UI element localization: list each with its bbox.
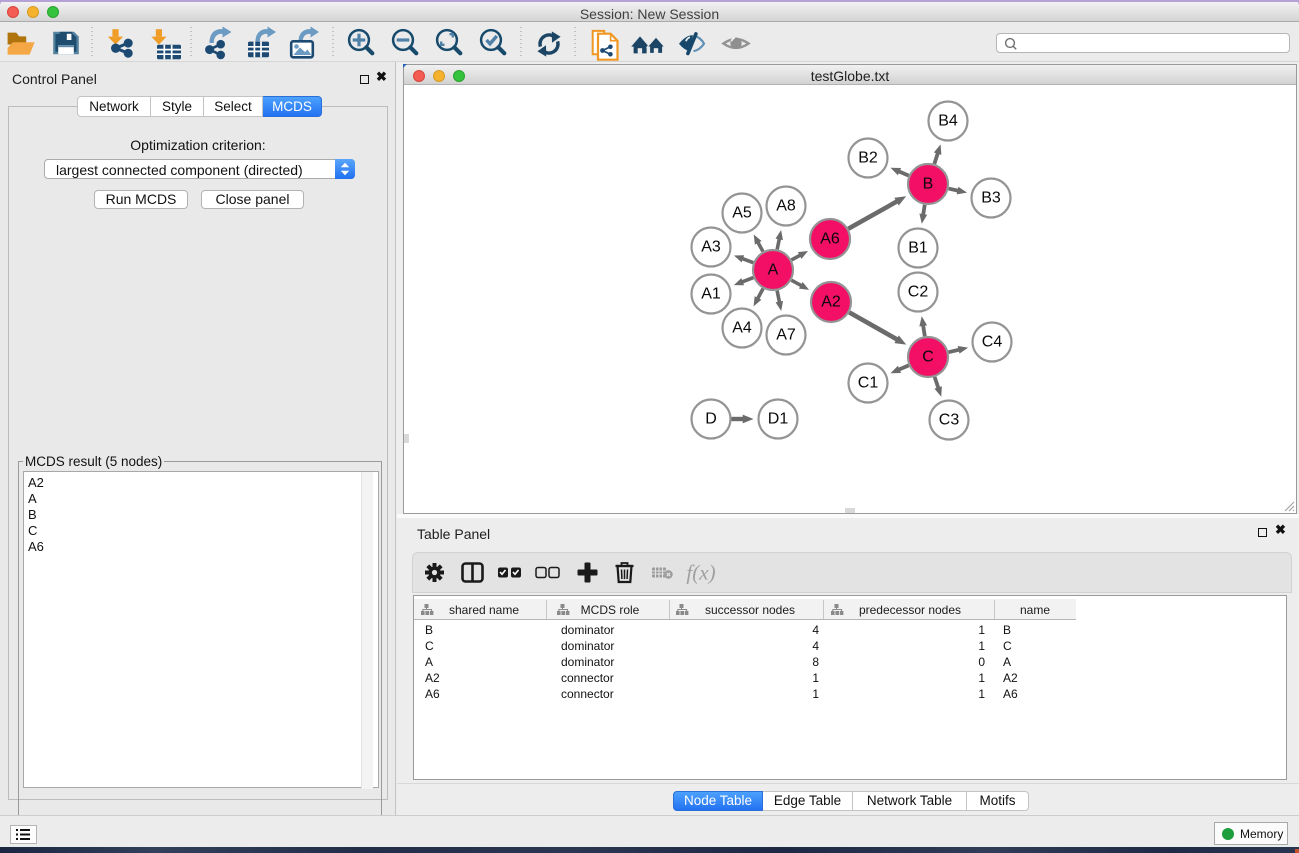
svg-text:name: name bbox=[1020, 603, 1050, 617]
svg-text:B1: B1 bbox=[908, 240, 928, 257]
svg-text:B: B bbox=[1003, 623, 1011, 637]
svg-text:A4: A4 bbox=[732, 320, 752, 337]
svg-text:successor nodes: successor nodes bbox=[705, 603, 795, 617]
svg-text:C: C bbox=[922, 349, 934, 366]
svg-text:C4: C4 bbox=[982, 334, 1003, 351]
svg-text:A8: A8 bbox=[776, 198, 796, 215]
svg-text:A3: A3 bbox=[701, 239, 721, 256]
svg-text:1: 1 bbox=[812, 687, 819, 701]
svg-text:A5: A5 bbox=[732, 205, 752, 222]
svg-text:f(x): f(x) bbox=[686, 561, 715, 585]
svg-text:B2: B2 bbox=[858, 150, 878, 167]
svg-text:A7: A7 bbox=[776, 327, 796, 344]
svg-text:4: 4 bbox=[812, 623, 819, 637]
svg-text:A6: A6 bbox=[425, 687, 440, 701]
svg-text:1: 1 bbox=[978, 639, 985, 653]
svg-text:dominator: dominator bbox=[561, 655, 614, 669]
svg-text:B4: B4 bbox=[938, 113, 958, 130]
svg-text:A2: A2 bbox=[425, 671, 440, 685]
svg-text:dominator: dominator bbox=[561, 623, 614, 637]
svg-text:A: A bbox=[768, 262, 779, 279]
svg-text:1: 1 bbox=[978, 687, 985, 701]
svg-text:A: A bbox=[1003, 655, 1011, 669]
svg-text:C1: C1 bbox=[858, 375, 879, 392]
svg-text:4: 4 bbox=[812, 639, 819, 653]
svg-text:A6: A6 bbox=[820, 231, 840, 248]
svg-text:connector: connector bbox=[561, 671, 614, 685]
svg-text:0: 0 bbox=[978, 655, 985, 669]
svg-text:B: B bbox=[425, 623, 433, 637]
svg-text:1: 1 bbox=[978, 671, 985, 685]
svg-text:C: C bbox=[1003, 639, 1012, 653]
svg-text:B3: B3 bbox=[981, 190, 1001, 207]
svg-text:B: B bbox=[923, 176, 934, 193]
svg-text:A1: A1 bbox=[701, 286, 721, 303]
svg-text:C3: C3 bbox=[939, 412, 960, 429]
svg-text:1: 1 bbox=[812, 671, 819, 685]
svg-text:C: C bbox=[425, 639, 434, 653]
svg-text:connector: connector bbox=[561, 687, 614, 701]
svg-text:A2: A2 bbox=[821, 294, 841, 311]
svg-text:C2: C2 bbox=[908, 284, 929, 301]
svg-text:8: 8 bbox=[812, 655, 819, 669]
svg-text:D: D bbox=[705, 411, 717, 428]
svg-text:predecessor nodes: predecessor nodes bbox=[859, 603, 961, 617]
svg-text:1: 1 bbox=[978, 623, 985, 637]
svg-text:A6: A6 bbox=[1003, 687, 1018, 701]
svg-text:D1: D1 bbox=[768, 411, 789, 428]
svg-text:dominator: dominator bbox=[561, 639, 614, 653]
svg-text:MCDS role: MCDS role bbox=[581, 603, 640, 617]
svg-text:shared name: shared name bbox=[449, 603, 519, 617]
svg-text:A: A bbox=[425, 655, 433, 669]
svg-text:A2: A2 bbox=[1003, 671, 1018, 685]
